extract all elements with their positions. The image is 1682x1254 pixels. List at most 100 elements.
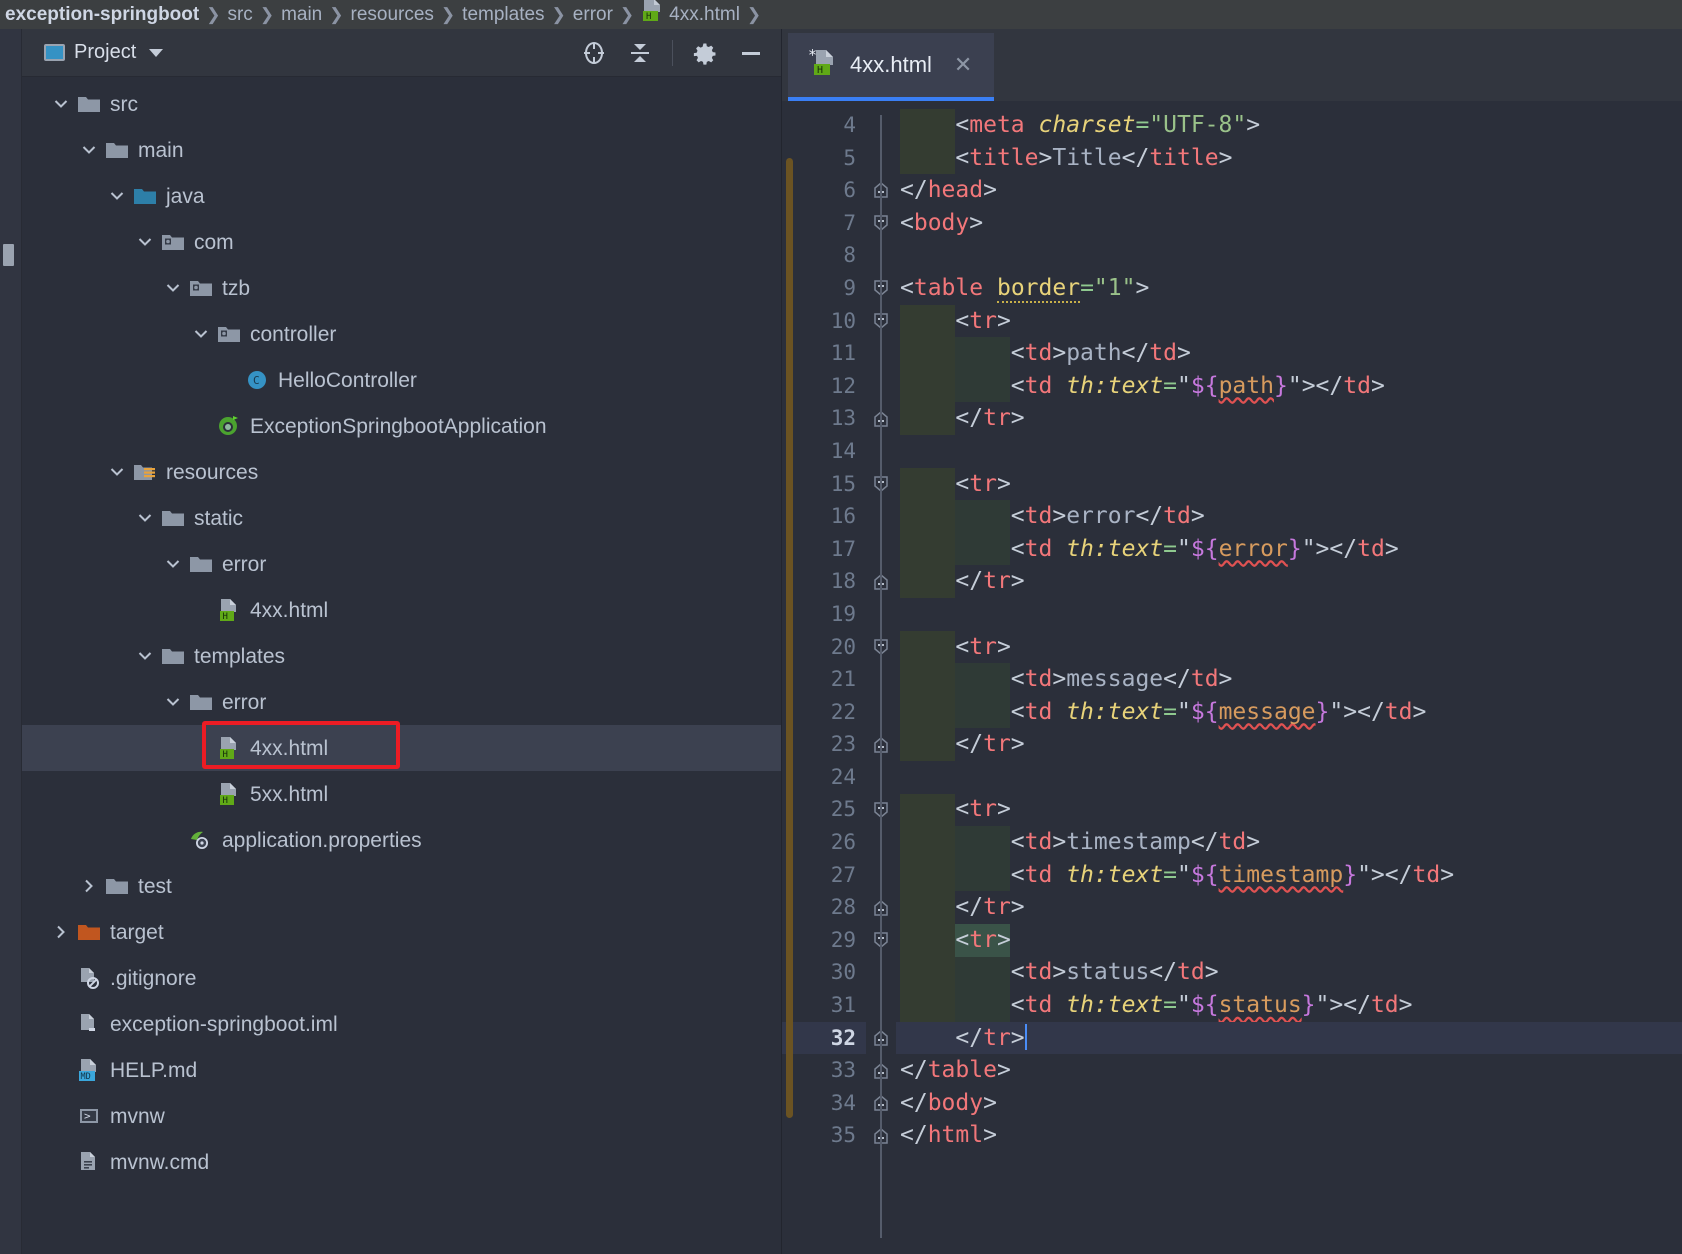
project-tree[interactable]: src main java com tzb controller C HelloControl… <box>22 77 781 1254</box>
tree-item-controller[interactable]: controller <box>22 311 781 357</box>
code-line[interactable]: <td>error</td> <box>896 500 1682 533</box>
tree-item-resources[interactable]: resources <box>22 449 781 495</box>
code-line[interactable] <box>896 239 1682 272</box>
code-line[interactable] <box>896 761 1682 794</box>
code-line[interactable]: </tr> <box>896 728 1682 761</box>
code-line[interactable] <box>896 598 1682 631</box>
tree-item-application-properties[interactable]: application.properties <box>22 817 781 863</box>
code-line[interactable]: </head> <box>896 174 1682 207</box>
tree-item-src[interactable]: src <box>22 81 781 127</box>
chevron-down-icon[interactable] <box>162 277 184 299</box>
chevron-down-icon[interactable] <box>50 93 72 115</box>
tree-item-error[interactable]: error <box>22 679 781 725</box>
project-panel-title-group[interactable]: Project <box>44 41 164 64</box>
code-content[interactable]: <meta charset="UTF-8"> <title>Title</tit… <box>896 101 1682 1254</box>
tree-item-java[interactable]: java <box>22 173 781 219</box>
code-line[interactable]: <td th:text="${path}"></td> <box>896 370 1682 403</box>
code-line[interactable]: <td th:text="${message}"></td> <box>896 696 1682 729</box>
chevron-down-icon[interactable] <box>162 553 184 575</box>
code-line[interactable]: </body> <box>896 1087 1682 1120</box>
chevron-down-icon[interactable] <box>149 48 164 57</box>
code-line[interactable]: </tr> <box>896 402 1682 435</box>
code-line[interactable]: <title>Title</title> <box>896 142 1682 175</box>
tree-item-exception-springboot-iml[interactable]: exception-springboot.iml <box>22 1001 781 1047</box>
code-line[interactable]: <tr> <box>896 924 1682 957</box>
chevron-down-icon[interactable] <box>134 645 156 667</box>
chevron-down-icon[interactable] <box>106 461 128 483</box>
code-line[interactable]: </tr> <box>896 565 1682 598</box>
chevron-down-icon[interactable] <box>106 185 128 207</box>
code-line[interactable]: <tr> <box>896 305 1682 338</box>
code-line[interactable]: </table> <box>896 1054 1682 1087</box>
code-line[interactable]: <tr> <box>896 631 1682 664</box>
chevron-down-icon[interactable] <box>78 139 100 161</box>
tree-item-templates[interactable]: templates <box>22 633 781 679</box>
left-tool-window-stripe[interactable]: Project <box>0 29 22 1254</box>
tree-item-mvnw-cmd[interactable]: mvnw.cmd <box>22 1139 781 1185</box>
svg-text:H: H <box>223 612 228 622</box>
tree-item-exceptionspringbootapplication[interactable]: ExceptionSpringbootApplication <box>22 403 781 449</box>
code-line[interactable]: <td th:text="${error}"></td> <box>896 533 1682 566</box>
chevron-right-icon[interactable] <box>78 875 100 897</box>
text-caret <box>1024 1023 1027 1050</box>
code-line[interactable]: <td th:text="${status}"></td> <box>896 989 1682 1022</box>
line-number: 24 <box>830 764 856 789</box>
collapse-all-icon[interactable] <box>626 39 654 67</box>
tree-item-label: 4xx.html <box>250 598 329 622</box>
code-line[interactable] <box>896 435 1682 468</box>
tree-item-test[interactable]: test <box>22 863 781 909</box>
close-icon[interactable]: ✕ <box>954 54 972 76</box>
chevron-down-icon[interactable] <box>134 231 156 253</box>
code-line[interactable]: <td>status</td> <box>896 956 1682 989</box>
code-line[interactable]: <td>path</td> <box>896 337 1682 370</box>
html-file-icon: H <box>216 781 242 807</box>
code-line[interactable]: <tr> <box>896 468 1682 501</box>
ide-window: exception-springboot ❯ src ❯ main ❯ reso… <box>0 0 1682 1254</box>
tree-item-static[interactable]: static <box>22 495 781 541</box>
code-folding-gutter[interactable] <box>866 101 896 1254</box>
breadcrumb-item-file[interactable]: H 4xx.html <box>638 0 743 29</box>
code-line[interactable]: <td th:text="${timestamp}"></td> <box>896 859 1682 892</box>
tree-item-tzb[interactable]: tzb <box>22 265 781 311</box>
tree-item-4xx-html[interactable]: H 4xx.html <box>22 587 781 633</box>
tree-item-target[interactable]: target <box>22 909 781 955</box>
tree-item-5xx-html[interactable]: H 5xx.html <box>22 771 781 817</box>
tree-item-help-md[interactable]: MD HELP.md <box>22 1047 781 1093</box>
breadcrumb-item-templates[interactable]: templates <box>459 0 547 29</box>
code-line[interactable]: <table border="1"> <box>896 272 1682 305</box>
crosshair-locate-icon[interactable] <box>580 39 608 67</box>
tree-item-label: test <box>138 874 172 898</box>
breadcrumb: exception-springboot ❯ src ❯ main ❯ reso… <box>0 0 1682 29</box>
code-line[interactable]: <td>message</td> <box>896 663 1682 696</box>
tool-stripe-chip[interactable] <box>3 244 14 266</box>
tree-item-4xx-html[interactable]: H 4xx.html <box>22 725 781 771</box>
code-line[interactable]: <body> <box>896 207 1682 240</box>
tree-item-mvnw[interactable]: > mvnw <box>22 1093 781 1139</box>
breadcrumb-item-main[interactable]: main <box>278 0 325 29</box>
code-line[interactable]: <td>timestamp</td> <box>896 826 1682 859</box>
breadcrumb-item-project[interactable]: exception-springboot <box>2 0 202 29</box>
code-line[interactable]: <meta charset="UTF-8"> <box>896 109 1682 142</box>
code-line[interactable]: <tr> <box>896 793 1682 826</box>
breadcrumb-item-error[interactable]: error <box>570 0 616 29</box>
tree-item-hellocontroller[interactable]: C HelloController <box>22 357 781 403</box>
tree-item-main[interactable]: main <box>22 127 781 173</box>
vcs-change-stripe <box>786 158 793 1118</box>
tree-item--gitignore[interactable]: .gitignore <box>22 955 781 1001</box>
chevron-down-icon[interactable] <box>134 507 156 529</box>
chevron-down-icon[interactable] <box>190 323 212 345</box>
tree-item-error[interactable]: error <box>22 541 781 587</box>
code-line[interactable]: </tr> <box>896 1021 1682 1055</box>
iml-file-icon <box>76 1011 102 1037</box>
code-editor[interactable]: 4 5 6 7 8 9 10 11 12 13 14 15 16 17 18 19 20 21 22 23 24 25 26… <box>782 101 1682 1254</box>
minimize-icon[interactable] <box>737 39 765 67</box>
breadcrumb-item-resources[interactable]: resources <box>348 0 437 29</box>
chevron-down-icon[interactable] <box>162 691 184 713</box>
gear-icon[interactable] <box>691 39 719 67</box>
code-line[interactable]: </html> <box>896 1119 1682 1152</box>
chevron-right-icon[interactable] <box>50 921 72 943</box>
code-line[interactable]: </tr> <box>896 891 1682 924</box>
tree-item-com[interactable]: com <box>22 219 781 265</box>
breadcrumb-item-src[interactable]: src <box>224 0 255 29</box>
tab-4xx-html[interactable]: H * 4xx.html ✕ <box>788 33 995 101</box>
